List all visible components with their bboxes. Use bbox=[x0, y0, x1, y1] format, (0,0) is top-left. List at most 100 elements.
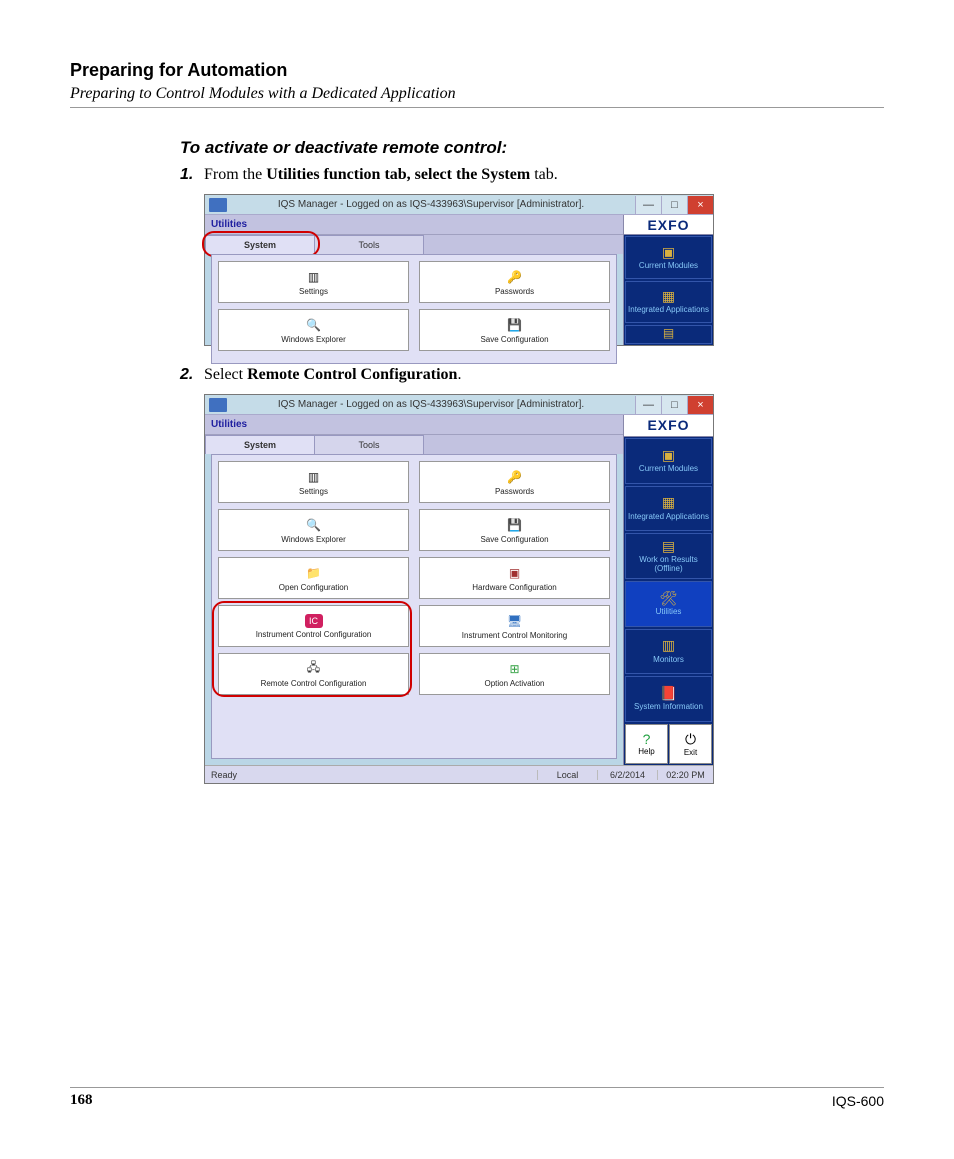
status-bar: Ready Local 6/2/2014 02:20 PM bbox=[205, 765, 713, 783]
app-icon-2 bbox=[209, 398, 227, 412]
status-time: 02:20 PM bbox=[658, 770, 713, 780]
minimize-button[interactable]: — bbox=[635, 196, 661, 214]
app-icon bbox=[209, 198, 227, 212]
barcode-icon-2: ▥ bbox=[306, 469, 322, 485]
passwords-button[interactable]: 🔑 Passwords bbox=[419, 261, 610, 303]
nav-partial[interactable]: ▤ bbox=[625, 325, 712, 344]
nav-current-modules-2[interactable]: ▣ Current Modules bbox=[625, 438, 712, 484]
exit-label: Exit bbox=[684, 748, 697, 757]
nav-current-modules-label: Current Modules bbox=[639, 262, 698, 271]
save-configuration-button-2[interactable]: 💾 Save Configuration bbox=[419, 509, 610, 551]
status-ready: Ready bbox=[205, 770, 538, 780]
step-1-text-a: From the bbox=[204, 166, 266, 183]
passwords-button-2[interactable]: 🔑 Passwords bbox=[419, 461, 610, 503]
power-icon: ⏻ bbox=[685, 731, 696, 748]
magnifier-icon: 🔍 bbox=[306, 317, 322, 333]
nav-current-modules[interactable]: ▣ Current Modules bbox=[625, 236, 712, 279]
nav-monitors-label: Monitors bbox=[653, 656, 684, 665]
tools-icon: 🛠 bbox=[660, 591, 678, 606]
tab-tools-2[interactable]: Tools bbox=[314, 435, 424, 454]
save-configuration-button[interactable]: 💾 Save Configuration bbox=[419, 309, 610, 351]
maximize-button[interactable]: □ bbox=[661, 196, 687, 214]
save-configuration-label-2: Save Configuration bbox=[480, 535, 548, 544]
nav-utilities-label: Utilities bbox=[656, 608, 682, 617]
close-button-2[interactable]: × bbox=[687, 396, 713, 414]
monitor-icon: 🖥 bbox=[507, 613, 523, 629]
windows-explorer-label: Windows Explorer bbox=[281, 335, 345, 344]
step-1-text-c: tab. bbox=[530, 166, 558, 183]
chart-icon-2: ▤ bbox=[662, 539, 675, 554]
step-2-text-c: . bbox=[457, 366, 461, 383]
key-icon: 🔑 bbox=[507, 269, 523, 285]
highlight-rcc-button bbox=[212, 601, 412, 697]
step-number-2: 2. bbox=[180, 366, 204, 384]
window-title: IQS Manager - Logged on as IQS-433963\Su… bbox=[227, 199, 635, 210]
status-date: 6/2/2014 bbox=[598, 770, 658, 780]
settings-button-2[interactable]: ▥ Settings bbox=[218, 461, 409, 503]
model-label: IQS-600 bbox=[832, 1093, 884, 1109]
nav-system-info-label: System Information bbox=[634, 703, 703, 712]
step-2-text-a: Select bbox=[204, 366, 247, 383]
instructions-section: To activate or deactivate remote control… bbox=[180, 138, 884, 784]
passwords-label-2: Passwords bbox=[495, 487, 534, 496]
nav-current-modules-label-2: Current Modules bbox=[639, 465, 698, 474]
screenshot-1: IQS Manager - Logged on as IQS-433963\Su… bbox=[204, 194, 884, 346]
window-titlebar-2: IQS Manager - Logged on as IQS-433963\Su… bbox=[205, 395, 713, 415]
help-icon: ? bbox=[643, 731, 651, 747]
page-number: 168 bbox=[70, 1092, 93, 1109]
header-divider bbox=[70, 107, 884, 108]
barcode-icon: ▥ bbox=[306, 269, 322, 285]
step-2: 2. Select Remote Control Configuration. bbox=[180, 366, 884, 384]
help-button[interactable]: ? Help bbox=[625, 724, 668, 764]
step-2-text-b: Remote Control Configuration bbox=[247, 366, 457, 383]
apps-icon: ▦ bbox=[662, 289, 675, 304]
monitors-icon: ▥ bbox=[662, 638, 675, 653]
floppy-icon: 💾 bbox=[507, 317, 523, 333]
passwords-label: Passwords bbox=[495, 287, 534, 296]
windows-explorer-button[interactable]: 🔍 Windows Explorer bbox=[218, 309, 409, 351]
nav-work-offline-label: Work on Results (Offline) bbox=[626, 556, 711, 574]
nav-integrated-apps[interactable]: ▦ Integrated Applications bbox=[625, 281, 712, 324]
tab-system-2[interactable]: System bbox=[205, 435, 315, 454]
step-1-text-b: Utilities function tab, select the Syste… bbox=[266, 166, 530, 183]
exit-button[interactable]: ⏻ Exit bbox=[669, 724, 712, 764]
section-heading: To activate or deactivate remote control… bbox=[180, 138, 884, 158]
book-icon: 📕 bbox=[660, 686, 677, 701]
settings-button[interactable]: ▥ Settings bbox=[218, 261, 409, 303]
windows-explorer-label-2: Windows Explorer bbox=[281, 535, 345, 544]
nav-monitors[interactable]: ▥ Monitors bbox=[625, 629, 712, 675]
hardware-configuration-label: Hardware Configuration bbox=[472, 583, 557, 592]
tab-tools[interactable]: Tools bbox=[314, 235, 424, 254]
modules-icon-2: ▣ bbox=[662, 448, 675, 463]
key-icon-2: 🔑 bbox=[507, 469, 523, 485]
window-titlebar: IQS Manager - Logged on as IQS-433963\Su… bbox=[205, 195, 713, 215]
window-title-2: IQS Manager - Logged on as IQS-433963\Su… bbox=[227, 399, 635, 410]
close-button[interactable]: × bbox=[687, 196, 713, 214]
page-title: Preparing for Automation bbox=[70, 60, 884, 81]
nav-system-info[interactable]: 📕 System Information bbox=[625, 676, 712, 722]
nav-integrated-apps-label-2: Integrated Applications bbox=[628, 513, 709, 522]
hardware-icon: ▣ bbox=[507, 565, 523, 581]
nav-integrated-apps-label: Integrated Applications bbox=[628, 306, 709, 315]
option-activation-button[interactable]: ⊞ Option Activation bbox=[419, 653, 610, 695]
nav-utilities[interactable]: 🛠 Utilities bbox=[625, 581, 712, 627]
page-footer: 168 IQS-600 bbox=[70, 1087, 884, 1109]
help-label: Help bbox=[638, 747, 654, 756]
open-configuration-label: Open Configuration bbox=[279, 583, 348, 592]
nav-work-offline[interactable]: ▤ Work on Results (Offline) bbox=[625, 533, 712, 579]
step-1: 1. From the Utilities function tab, sele… bbox=[180, 166, 884, 184]
open-configuration-button[interactable]: 📁 Open Configuration bbox=[218, 557, 409, 599]
option-activation-label: Option Activation bbox=[484, 679, 544, 688]
instrument-control-monitoring-button[interactable]: 🖥 Instrument Control Monitoring bbox=[419, 605, 610, 647]
page-subtitle: Preparing to Control Modules with a Dedi… bbox=[70, 85, 884, 103]
instrument-control-monitoring-label: Instrument Control Monitoring bbox=[462, 631, 567, 640]
save-configuration-label: Save Configuration bbox=[480, 335, 548, 344]
status-local: Local bbox=[538, 770, 598, 780]
windows-explorer-button-2[interactable]: 🔍 Windows Explorer bbox=[218, 509, 409, 551]
maximize-button-2[interactable]: □ bbox=[661, 396, 687, 414]
exfo-logo-2: EXFO bbox=[624, 415, 713, 437]
minimize-button-2[interactable]: — bbox=[635, 396, 661, 414]
plus-window-icon: ⊞ bbox=[507, 661, 523, 677]
nav-integrated-apps-2[interactable]: ▦ Integrated Applications bbox=[625, 486, 712, 532]
hardware-configuration-button[interactable]: ▣ Hardware Configuration bbox=[419, 557, 610, 599]
